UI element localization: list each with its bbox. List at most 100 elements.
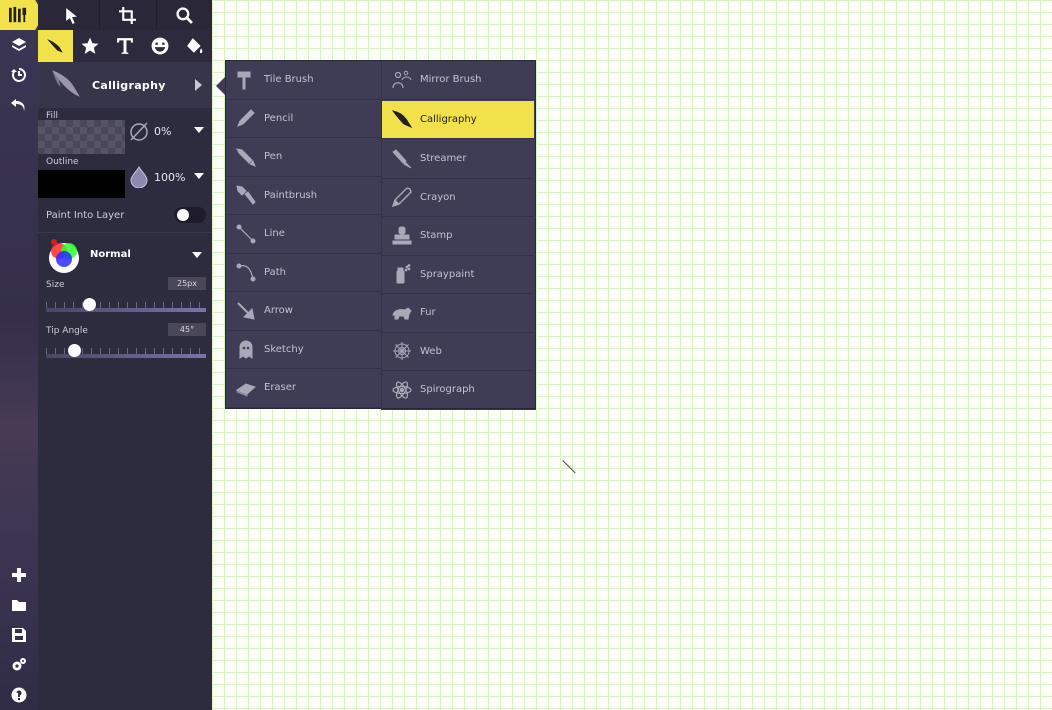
- calligraphy-nib-icon: [392, 110, 412, 129]
- tip-angle-slider[interactable]: [46, 344, 206, 358]
- brush-option-label: Stamp: [420, 230, 453, 242]
- brush-option-label: Calligraphy: [420, 113, 477, 125]
- bear-icon: [392, 307, 412, 320]
- brush-option-label: Pencil: [264, 112, 294, 124]
- spider-web-icon: [393, 342, 411, 361]
- brush-option-label: Crayon: [420, 191, 456, 203]
- chevron-right-icon: [195, 79, 202, 91]
- crop-icon[interactable]: [100, 0, 157, 30]
- paint-into-layer-label: Paint Into Layer: [46, 209, 125, 221]
- size-slider[interactable]: [46, 298, 206, 312]
- feather-icon: [48, 66, 86, 104]
- fill-color-swatch[interactable]: [38, 120, 125, 154]
- brush-option-label: Spraypaint: [420, 268, 475, 280]
- caret-down-icon: [192, 252, 202, 258]
- calligraphy-tool-icon[interactable]: [38, 30, 73, 62]
- paint-roller-icon: [237, 71, 251, 90]
- brush-option-sketchy[interactable]: Sketchy: [226, 331, 381, 369]
- brush-option-stamp[interactable]: Stamp: [382, 217, 536, 256]
- no-fill-icon: [130, 122, 148, 141]
- brush-option-label: Web: [420, 345, 442, 357]
- outline-opacity-dropdown[interactable]: 100%: [128, 160, 212, 194]
- brush-option-streamer[interactable]: Streamer: [382, 140, 536, 179]
- paint-into-layer-toggle[interactable]: [174, 207, 206, 223]
- settings-icon[interactable]: [0, 650, 38, 680]
- brush-type-menu: Tile Brush Pencil Pen Paintbrush Line Path Arr…: [225, 60, 536, 410]
- rgb-blend-icon: [46, 237, 82, 273]
- brush-option-label: Line: [264, 228, 285, 240]
- size-label: Size: [46, 280, 65, 290]
- brush-option-crayon[interactable]: Crayon: [382, 179, 536, 217]
- brush-option-mirror-brush[interactable]: Mirror Brush: [382, 61, 536, 100]
- path-icon: [236, 263, 256, 282]
- brush-option-arrow[interactable]: Arrow: [226, 292, 381, 331]
- tip-angle-label: Tip Angle: [46, 326, 88, 336]
- fill-opacity-value: 0%: [154, 124, 172, 138]
- line-icon: [236, 224, 256, 244]
- brush-option-spirograph[interactable]: Spirograph: [382, 371, 536, 410]
- brush-option-label: Fur: [420, 307, 436, 319]
- outline-opacity-value: 100%: [154, 170, 186, 184]
- brush-option-label: Spirograph: [420, 384, 475, 396]
- streamer-icon: [392, 149, 412, 169]
- brush-option-label: Path: [264, 266, 286, 278]
- help-icon[interactable]: [0, 680, 38, 710]
- history-icon[interactable]: [0, 60, 38, 90]
- tip-angle-slider-knob[interactable]: [68, 344, 82, 357]
- brush-option-label: Sketchy: [264, 343, 304, 355]
- brush-option-paintbrush[interactable]: Paintbrush: [226, 177, 381, 215]
- size-slider-knob[interactable]: [82, 298, 96, 311]
- brush-option-label: Arrow: [264, 305, 293, 317]
- brush-option-tile-brush[interactable]: Tile Brush: [226, 61, 381, 100]
- brush-menu-right-column: Mirror Brush Calligraphy Streamer Crayon Sta…: [381, 61, 536, 410]
- layers-icon[interactable]: [0, 30, 38, 60]
- blend-mode-dropdown[interactable]: Normal: [38, 232, 212, 276]
- paint-into-layer-row: Paint Into Layer: [38, 202, 212, 228]
- brush-menu-left-column: Tile Brush Pencil Pen Paintbrush Line Path Arr…: [226, 61, 381, 408]
- tip-angle-value[interactable]: 45°: [168, 323, 206, 336]
- paintbrush-icon: [236, 185, 256, 205]
- stamp-icon: [392, 226, 412, 245]
- top-tool-tabs: [38, 0, 212, 30]
- tool-row: [38, 30, 212, 62]
- brush-option-label: Tile Brush: [264, 74, 314, 86]
- paint-bucket-icon[interactable]: [177, 30, 212, 62]
- atom-spirograph-icon: [392, 381, 412, 399]
- drop-icon: [130, 166, 148, 188]
- select-pointer-icon[interactable]: [44, 0, 101, 30]
- spray-can-icon: [396, 264, 411, 284]
- brush-option-spraypaint[interactable]: Spraypaint: [382, 256, 536, 294]
- sticker-face-icon[interactable]: [142, 30, 177, 62]
- pencil-icon: [237, 109, 255, 128]
- pen-icon: [236, 148, 256, 167]
- brush-option-line[interactable]: Line: [226, 215, 381, 254]
- ghost-icon: [239, 340, 253, 360]
- mirror-person-icon: [392, 70, 412, 88]
- star-shape-icon[interactable]: [73, 30, 108, 62]
- brush-option-web[interactable]: Web: [382, 333, 536, 371]
- brush-name-label: Calligraphy: [92, 78, 166, 92]
- text-tool-icon[interactable]: [108, 30, 143, 62]
- save-icon[interactable]: [0, 620, 38, 650]
- crayon-icon: [392, 187, 412, 208]
- brush-option-fur[interactable]: Fur: [382, 294, 536, 333]
- add-icon[interactable]: [0, 560, 38, 590]
- brush-settings-panel: Calligraphy Fill 0% Outline 100% Paint I…: [38, 62, 212, 710]
- caret-down-icon: [194, 173, 204, 179]
- brush-option-path[interactable]: Path: [226, 254, 381, 292]
- brush-picker-header[interactable]: Calligraphy: [38, 62, 212, 108]
- brush-option-label: Eraser: [264, 382, 297, 394]
- outline-label: Outline: [46, 157, 79, 167]
- undo-icon[interactable]: [0, 90, 38, 120]
- outline-color-swatch[interactable]: [38, 170, 125, 198]
- size-value[interactable]: 25px: [168, 277, 206, 290]
- folder-icon[interactable]: [0, 590, 38, 620]
- zoom-search-icon[interactable]: [157, 0, 212, 30]
- brush-option-calligraphy[interactable]: Calligraphy: [382, 100, 534, 139]
- brush-option-eraser[interactable]: Eraser: [226, 369, 381, 408]
- brush-option-pen[interactable]: Pen: [226, 138, 381, 177]
- fill-opacity-dropdown[interactable]: 0%: [128, 114, 212, 148]
- brush-option-label: Mirror Brush: [420, 74, 482, 86]
- brush-option-pencil[interactable]: Pencil: [226, 100, 381, 138]
- arrow-icon: [237, 302, 255, 320]
